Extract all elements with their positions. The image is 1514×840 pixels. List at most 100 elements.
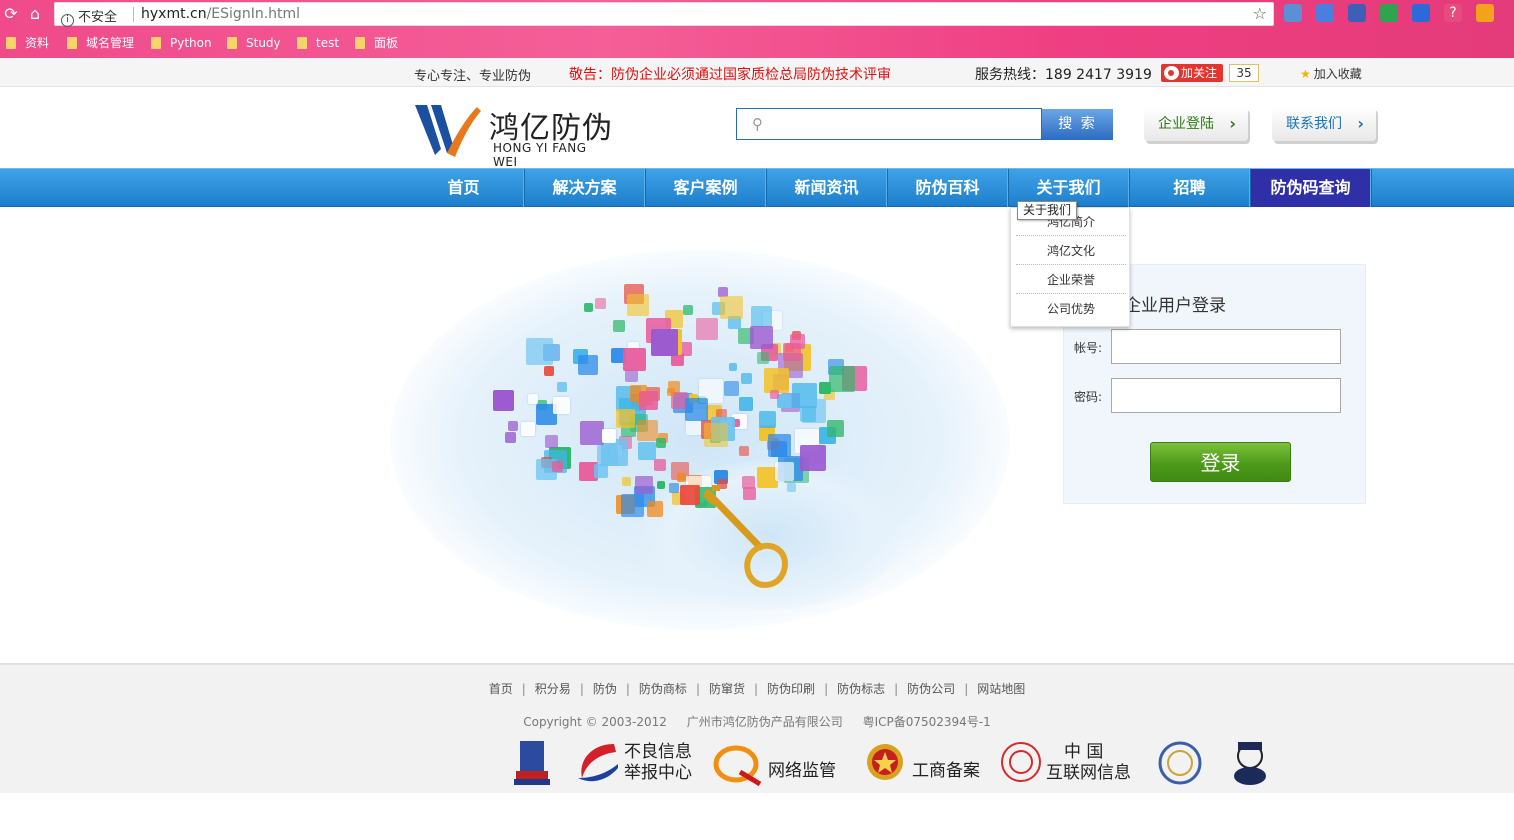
address-separator xyxy=(133,7,134,22)
login-button[interactable]: 登录 xyxy=(1150,442,1291,482)
address-bar[interactable]: i 不安全 hyxmt.cn/ESignIn.html ☆ xyxy=(54,2,1274,27)
app-tile-icon xyxy=(800,445,826,471)
footer-link[interactable]: 首页 xyxy=(489,682,513,696)
extension-icon[interactable] xyxy=(1284,4,1302,22)
footer-link[interactable]: 防伪商标 xyxy=(639,682,687,696)
account-field[interactable] xyxy=(1111,329,1341,364)
password-label: 密码: xyxy=(1074,390,1103,404)
business-registry-text[interactable]: 工商备案 xyxy=(912,761,980,782)
app-tile-icon xyxy=(777,394,791,408)
taac-seal-icon[interactable] xyxy=(1152,738,1208,788)
bookmark-item[interactable]: Python xyxy=(151,35,212,51)
url-text[interactable]: hyxmt.cn/ESignIn.html xyxy=(141,6,300,22)
nav-wiki[interactable]: 防伪百科 xyxy=(888,169,1008,207)
copyright-text: Copyright © 2003-2012 xyxy=(523,715,667,729)
app-tile-icon xyxy=(552,461,563,472)
footer-link[interactable]: 防伪印刷 xyxy=(767,682,815,696)
app-tile-icon xyxy=(683,305,693,315)
search-button[interactable]: 搜 索 xyxy=(1042,109,1113,140)
bookmark-star-icon[interactable]: ☆ xyxy=(1253,4,1267,23)
main-nav: 首页 解决方案 客户案例 新闻资讯 防伪百科 关于我们 招聘 防伪码查询 xyxy=(0,168,1514,207)
app-tile-icon xyxy=(616,409,635,428)
nav-tooltip: 关于我们 xyxy=(1017,201,1078,220)
app-tile-icon xyxy=(739,397,753,411)
nav-jobs[interactable]: 招聘 xyxy=(1130,169,1250,207)
add-favorite-link[interactable]: ★ 加入收藏 xyxy=(1300,65,1362,82)
bookmark-item[interactable]: test xyxy=(297,35,339,51)
drive-icon[interactable] xyxy=(1380,4,1398,22)
search-input[interactable]: ⚲ xyxy=(736,108,1042,140)
dropdown-item-honors[interactable]: 企业荣誉 xyxy=(1016,266,1126,294)
bookmark-item[interactable]: 面板 xyxy=(355,35,398,51)
footer-link[interactable]: 网站地图 xyxy=(977,682,1025,696)
top-info-bar: 专心专注、专业防伪 敬告：防伪企业必须通过国家质检总局防伪技术评审 服务热线：1… xyxy=(0,58,1514,87)
app-tile-icon xyxy=(493,390,514,411)
folder-icon xyxy=(297,37,307,49)
cyber-police-icon[interactable] xyxy=(1226,738,1274,788)
app-tile-icon xyxy=(768,434,791,457)
nav-home[interactable]: 首页 xyxy=(404,169,524,207)
report-center-logo-icon[interactable] xyxy=(572,738,622,788)
contact-us-button[interactable]: 联系我们 › xyxy=(1272,107,1376,141)
business-registry-emblem-icon[interactable] xyxy=(862,738,908,788)
app-tile-icon xyxy=(757,352,769,364)
nav-cases[interactable]: 客户案例 xyxy=(646,169,766,207)
slogan: 专心专注、专业防伪 xyxy=(414,69,532,84)
footer-link[interactable]: 防伪标志 xyxy=(837,682,885,696)
folder-icon xyxy=(6,37,16,49)
network-monitor-logo-icon[interactable] xyxy=(712,738,766,788)
icp-number[interactable]: 粤ICP备07502394号-1 xyxy=(863,715,991,729)
logo-mark-icon xyxy=(415,105,481,157)
app-tile-icon xyxy=(677,473,686,482)
app-tile-icon xyxy=(759,411,776,428)
account-label: 帐号: xyxy=(1074,341,1103,355)
app-tile-icon xyxy=(654,459,666,471)
logo-text-en: HONG YI FANG WEI xyxy=(493,141,587,169)
info-icon: i xyxy=(61,14,74,27)
footer-link[interactable]: 防窜货 xyxy=(709,682,745,696)
dropdown-item-advantages[interactable]: 公司优势 xyxy=(1016,295,1126,323)
network-monitor-text[interactable]: 网络监管 xyxy=(768,761,836,782)
translate-icon[interactable] xyxy=(1316,4,1334,22)
chevron-right-icon: › xyxy=(1229,114,1236,133)
copyright-line: Copyright © 2003-2012 广州市鸿亿防伪产品有限公司 粤ICP… xyxy=(0,713,1514,730)
footer-link-separator: | xyxy=(695,682,700,696)
help-icon[interactable]: ? xyxy=(1444,4,1462,22)
notice-text: 敬告：防伪企业必须通过国家质检总局防伪技术评审 xyxy=(569,67,891,83)
app-tile-icon xyxy=(669,483,679,493)
weibo-icon xyxy=(1164,66,1179,80)
bookmark-item[interactable]: Study xyxy=(227,35,281,51)
credit-seal-icon[interactable] xyxy=(998,738,1044,788)
password-field[interactable] xyxy=(1111,378,1341,413)
browser-chrome: ⟳ ⌂ i 不安全 hyxmt.cn/ESignIn.html ☆ ? 资料 域名… xyxy=(0,0,1514,58)
security-indicator[interactable]: i 不安全 xyxy=(61,6,117,27)
site-logo[interactable]: 鸿亿防伪 HONG YI FANG WEI xyxy=(413,101,613,169)
extension-icon[interactable] xyxy=(1476,4,1494,22)
bookmark-item[interactable]: 域名管理 xyxy=(67,35,134,51)
police-badge-icon[interactable] xyxy=(512,738,552,788)
app-tile-icon xyxy=(829,366,855,392)
report-center-text[interactable]: 不良信息 举报中心 xyxy=(624,742,692,784)
china-internet-text[interactable]: 中 国 互联网信息 xyxy=(1046,742,1131,784)
weibo-follow-button[interactable]: 加关注 xyxy=(1161,64,1223,82)
app-tile-icon xyxy=(622,477,631,486)
footer-link[interactable]: 防伪 xyxy=(593,682,617,696)
nav-code-query[interactable]: 防伪码查询 xyxy=(1251,169,1371,207)
nav-news[interactable]: 新闻资讯 xyxy=(767,169,887,207)
enterprise-login-button[interactable]: 企业登陆 › xyxy=(1144,107,1248,141)
app-tile-icon xyxy=(557,382,567,392)
home-icon[interactable]: ⌂ xyxy=(24,3,46,25)
folder-icon xyxy=(151,37,161,49)
footer-link[interactable]: 积分易 xyxy=(535,682,571,696)
footer-link[interactable]: 防伪公司 xyxy=(907,682,955,696)
app-tile-icon xyxy=(584,303,593,312)
nav-solutions[interactable]: 解决方案 xyxy=(525,169,645,207)
reload-icon[interactable]: ⟳ xyxy=(0,3,22,25)
star-icon: ★ xyxy=(1300,67,1311,81)
extension-icon[interactable] xyxy=(1412,4,1430,22)
bookmark-item[interactable]: 资料 xyxy=(6,35,49,51)
dropdown-item-culture[interactable]: 鸿亿文化 xyxy=(1016,237,1126,265)
folder-icon xyxy=(67,37,77,49)
extension-icon[interactable] xyxy=(1348,4,1366,22)
app-tile-icon xyxy=(739,446,749,456)
